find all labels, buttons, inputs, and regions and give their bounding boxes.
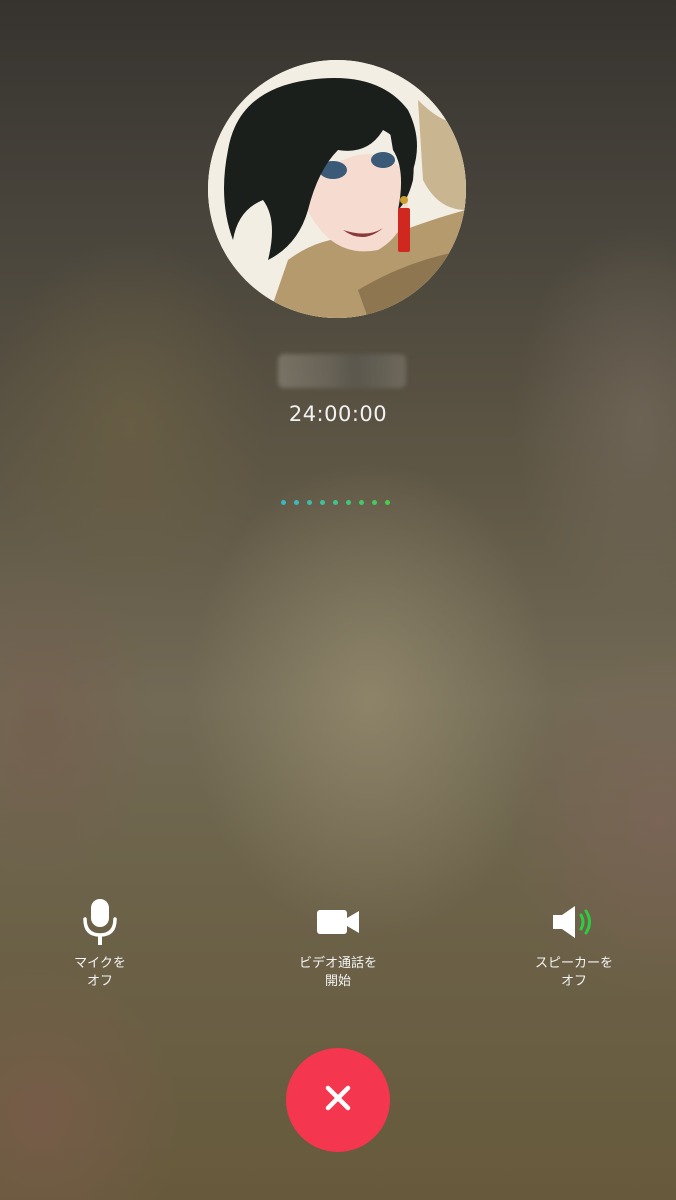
microphone-icon [10,895,190,949]
caller-avatar [208,60,466,318]
indicator-dot [294,500,299,505]
speaker-button[interactable]: スピーカーを オフ [484,895,664,991]
mute-button[interactable]: マイクを オフ [10,895,190,991]
speaker-icon [484,895,664,949]
indicator-dot [307,500,312,505]
indicator-dot [359,500,364,505]
caller-name: ■■■■■ [278,354,406,388]
end-call-button[interactable] [286,1048,390,1152]
mute-label: マイクを オフ [74,956,126,989]
indicator-dot [320,500,325,505]
video-call-button[interactable]: ビデオ通話を 開始 [248,895,428,991]
indicator-dot [281,500,286,505]
video-call-label: ビデオ通話を 開始 [298,956,377,989]
call-duration: 24:00:00 [288,402,388,426]
indicator-dot [333,500,338,505]
video-camera-icon [248,895,428,949]
indicator-dot [346,500,351,505]
close-icon [323,1083,353,1117]
indicator-dot [372,500,377,505]
speaker-label: スピーカーを オフ [534,956,613,989]
indicator-dot [385,500,390,505]
connection-indicator [281,500,390,505]
